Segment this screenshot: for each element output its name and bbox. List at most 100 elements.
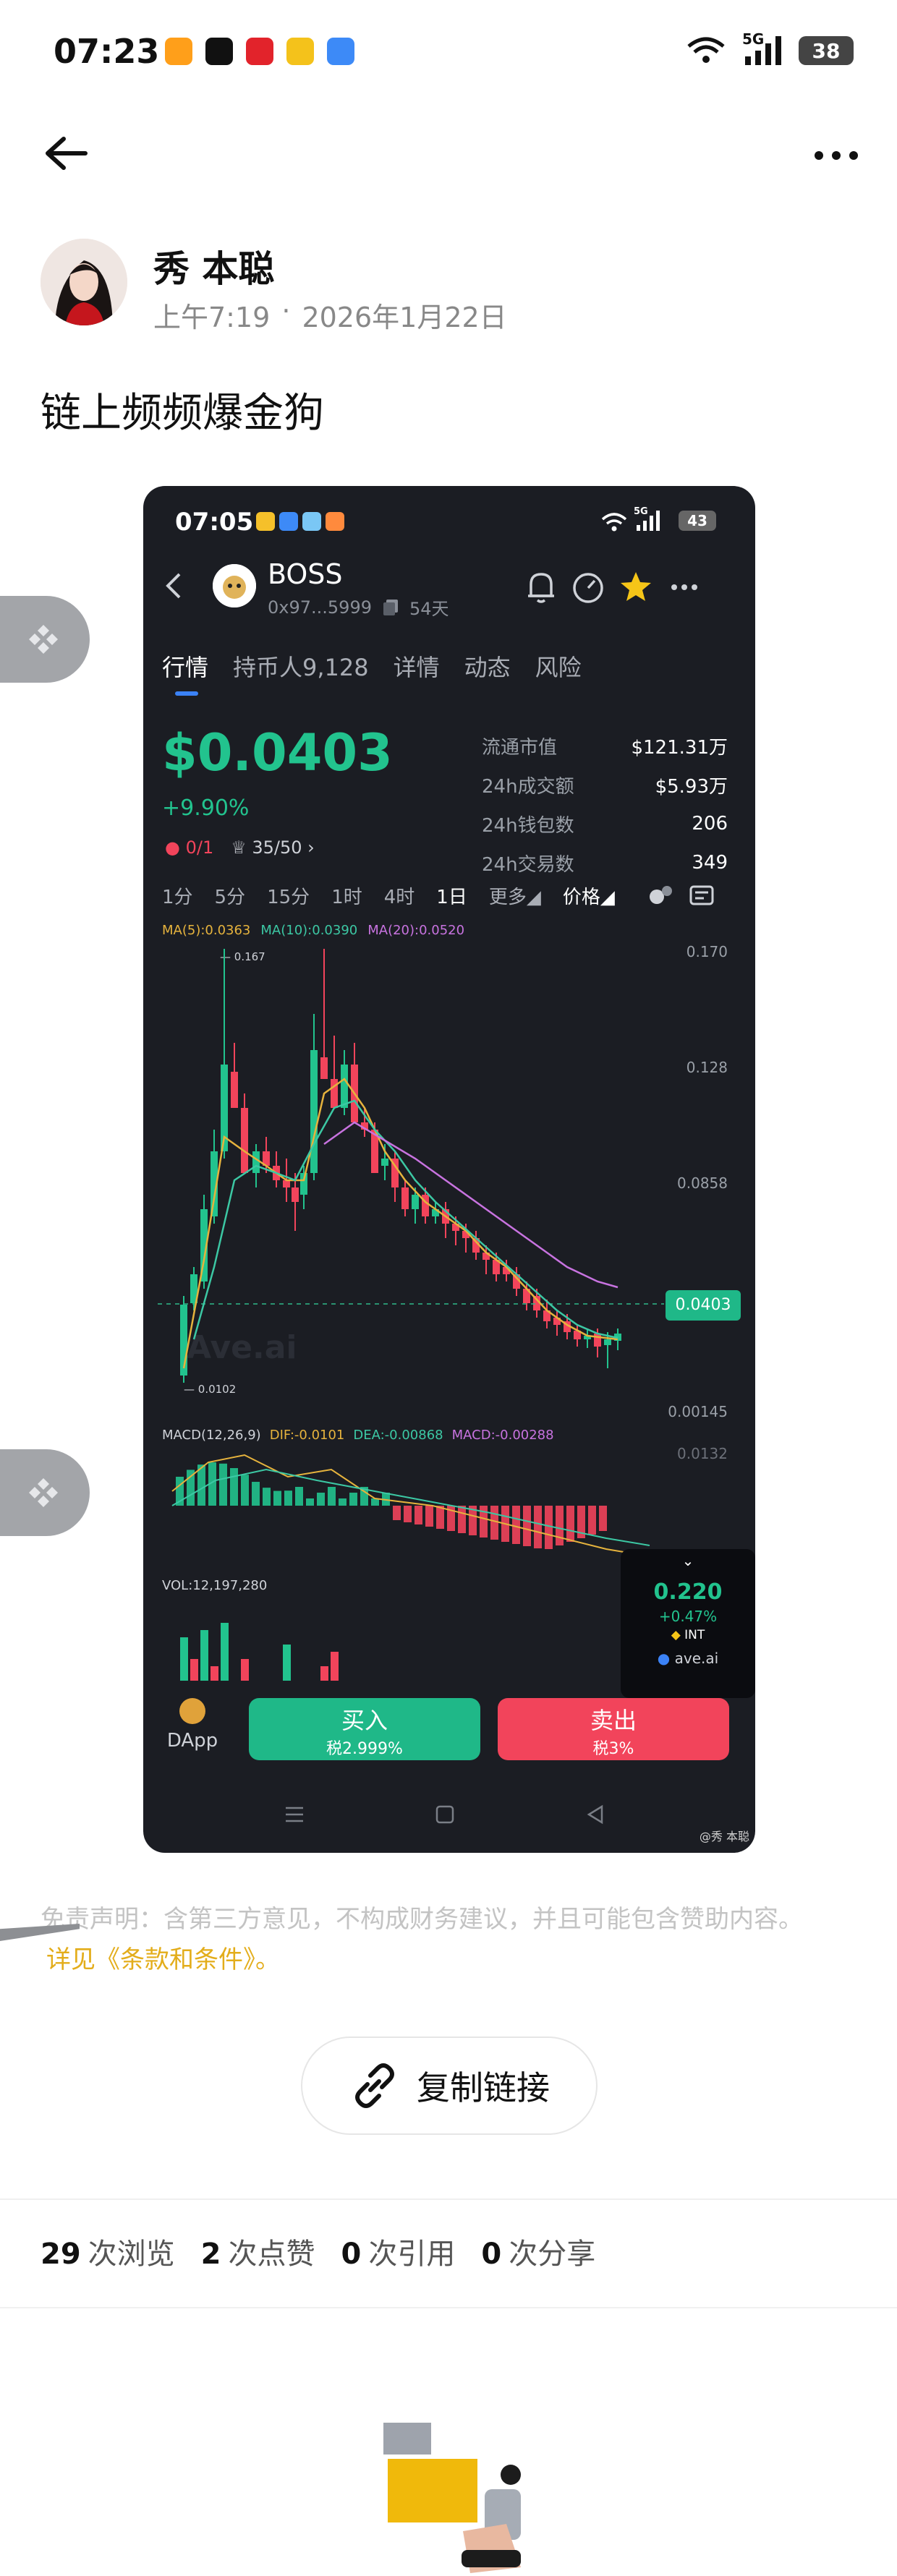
side-float-tab[interactable] xyxy=(0,596,90,683)
author-name[interactable]: 秀 本聪 xyxy=(153,240,274,292)
volume-bar xyxy=(190,1659,198,1681)
chart-settings-icon[interactable] xyxy=(689,884,715,907)
copy-link-button[interactable]: 复制链接 xyxy=(301,2037,598,2135)
floating-ticker-popup[interactable]: ⌄ 0.220 +0.47% ◆ INT ● ave.ai xyxy=(621,1549,755,1698)
chevron-left-icon[interactable] xyxy=(165,571,182,600)
gauge-icon[interactable] xyxy=(571,571,605,605)
popup-change: +0.47% xyxy=(658,1608,718,1625)
tf-more[interactable]: 更多◢ xyxy=(489,882,541,909)
volume-bar xyxy=(211,1666,218,1681)
back-arrow-icon[interactable] xyxy=(42,135,88,172)
battery-indicator: 38 xyxy=(799,36,854,65)
home-nav-icon[interactable] xyxy=(434,1804,456,1825)
macd-bar xyxy=(458,1506,466,1533)
macd-bar xyxy=(534,1506,542,1548)
candle-body xyxy=(412,1195,419,1209)
popup-price: 0.220 xyxy=(653,1579,723,1605)
token-price: $0.0403 xyxy=(162,723,393,782)
buy-button[interactable]: 买入 税2.999% xyxy=(249,1698,480,1760)
tf-1d[interactable]: 1日 xyxy=(436,882,467,909)
link-icon xyxy=(355,2063,394,2108)
app-icon xyxy=(302,512,321,531)
views-count: 29 次浏览 xyxy=(41,2238,175,2271)
candlestick-chart[interactable] xyxy=(143,934,755,1412)
token-stats: 流通市值 $121.31万 24h成交额 $5.93万 24h钱包数 206 24h交… xyxy=(482,726,728,882)
macd-bar xyxy=(588,1506,596,1535)
side-float-tab[interactable] xyxy=(0,1449,90,1536)
star-icon[interactable] xyxy=(619,570,652,603)
price-change: +9.90% xyxy=(162,796,250,821)
token-age: 54天 xyxy=(409,599,449,619)
dapp-button[interactable]: DApp xyxy=(165,1698,220,1752)
macd-bar xyxy=(284,1490,292,1506)
embedded-screenshot[interactable]: 07:05 5G 43 BOSS 0x97...5999 54天 行情 持币人9… xyxy=(143,486,755,1853)
tab-holders[interactable]: 持币人9,128 xyxy=(233,649,369,683)
macd-bar xyxy=(566,1506,574,1542)
tf-15m[interactable]: 15分 xyxy=(267,882,310,909)
top-holders-badge[interactable]: ♕ 35/50 › xyxy=(231,837,315,858)
tf-1m[interactable]: 1分 xyxy=(162,882,193,909)
macd-bar xyxy=(490,1506,498,1540)
shot-battery: 43 xyxy=(679,511,716,531)
tf-1h[interactable]: 1时 xyxy=(331,882,362,909)
badges-row: ● 0/1 ♕ 35/50 › xyxy=(165,837,315,858)
tab-activity[interactable]: 动态 xyxy=(464,649,511,683)
post-meta: 上午7:19 · 2026年1月22日 xyxy=(153,295,507,335)
tf-5m[interactable]: 5分 xyxy=(215,882,246,909)
macd-bar xyxy=(415,1506,422,1524)
macd-bar xyxy=(393,1506,401,1520)
shares-count: 0 次分享 xyxy=(481,2238,596,2271)
dapp-label: DApp xyxy=(166,1730,218,1752)
sell-button[interactable]: 卖出 税3% xyxy=(498,1698,729,1760)
binance-icon xyxy=(29,625,58,654)
signal-icon xyxy=(745,36,781,65)
stat-row: 流通市值 $121.31万 xyxy=(482,736,728,759)
token-tabs: 行情 持币人9,128 详情 动态 风险 xyxy=(162,649,582,683)
wifi-icon xyxy=(687,37,725,63)
token-address: 0x97...5999 xyxy=(268,597,372,618)
indicator-icon[interactable] xyxy=(648,884,674,907)
tab-market[interactable]: 行情 xyxy=(162,649,208,683)
volume-bar xyxy=(200,1630,208,1681)
macd-bar xyxy=(317,1493,325,1506)
more-icon[interactable] xyxy=(670,583,699,592)
copy-icon[interactable] xyxy=(382,598,399,617)
active-tab-indicator xyxy=(175,691,198,696)
tiktok-icon xyxy=(205,38,233,65)
macd-bar xyxy=(425,1506,433,1527)
disclaimer-text: 免责声明：含第三方意见，不构成财务建议，并且可能包含赞助内容。 xyxy=(41,1905,803,1934)
more-options-icon[interactable] xyxy=(813,145,859,166)
shot-signal-indicator: 5G xyxy=(634,506,663,532)
author-avatar[interactable] xyxy=(41,239,127,325)
token-logo xyxy=(213,564,256,607)
menu-nav-icon[interactable] xyxy=(284,1804,305,1825)
macd-bar xyxy=(263,1488,271,1506)
stat-row: 24h钱包数 206 xyxy=(482,813,728,837)
empty-state-illustration xyxy=(383,2423,521,2573)
dapp-icon xyxy=(179,1698,205,1724)
bnb-icon: ◆ xyxy=(671,1628,681,1642)
candle-body xyxy=(241,1108,248,1173)
bell-icon[interactable] xyxy=(525,570,557,605)
tab-details[interactable]: 详情 xyxy=(394,649,440,683)
tab-risk[interactable]: 风险 xyxy=(535,649,582,683)
shot-signal-icon xyxy=(637,511,660,531)
ma5-line xyxy=(182,1078,618,1369)
mail-icon xyxy=(286,38,314,65)
macd-bar xyxy=(404,1506,412,1522)
current-price-tag: 0.0403 xyxy=(666,1290,741,1321)
macd-bar xyxy=(273,1490,281,1506)
macd-bar xyxy=(523,1506,531,1546)
macd-bar xyxy=(512,1506,520,1544)
app-icon xyxy=(327,38,354,65)
terms-link[interactable]: 详见《条款和条件》。 xyxy=(46,1940,280,1975)
macd-bar xyxy=(556,1506,564,1545)
divider xyxy=(0,2307,897,2308)
back-nav-icon[interactable] xyxy=(584,1804,606,1825)
macd-bar xyxy=(328,1487,336,1506)
tf-price[interactable]: 价格◢ xyxy=(563,882,615,909)
dev-badge: ● 0/1 xyxy=(165,837,214,858)
app-icon xyxy=(246,38,273,65)
chevron-down-icon[interactable]: ⌄ xyxy=(621,1552,755,1569)
tf-4h[interactable]: 4时 xyxy=(384,882,415,909)
